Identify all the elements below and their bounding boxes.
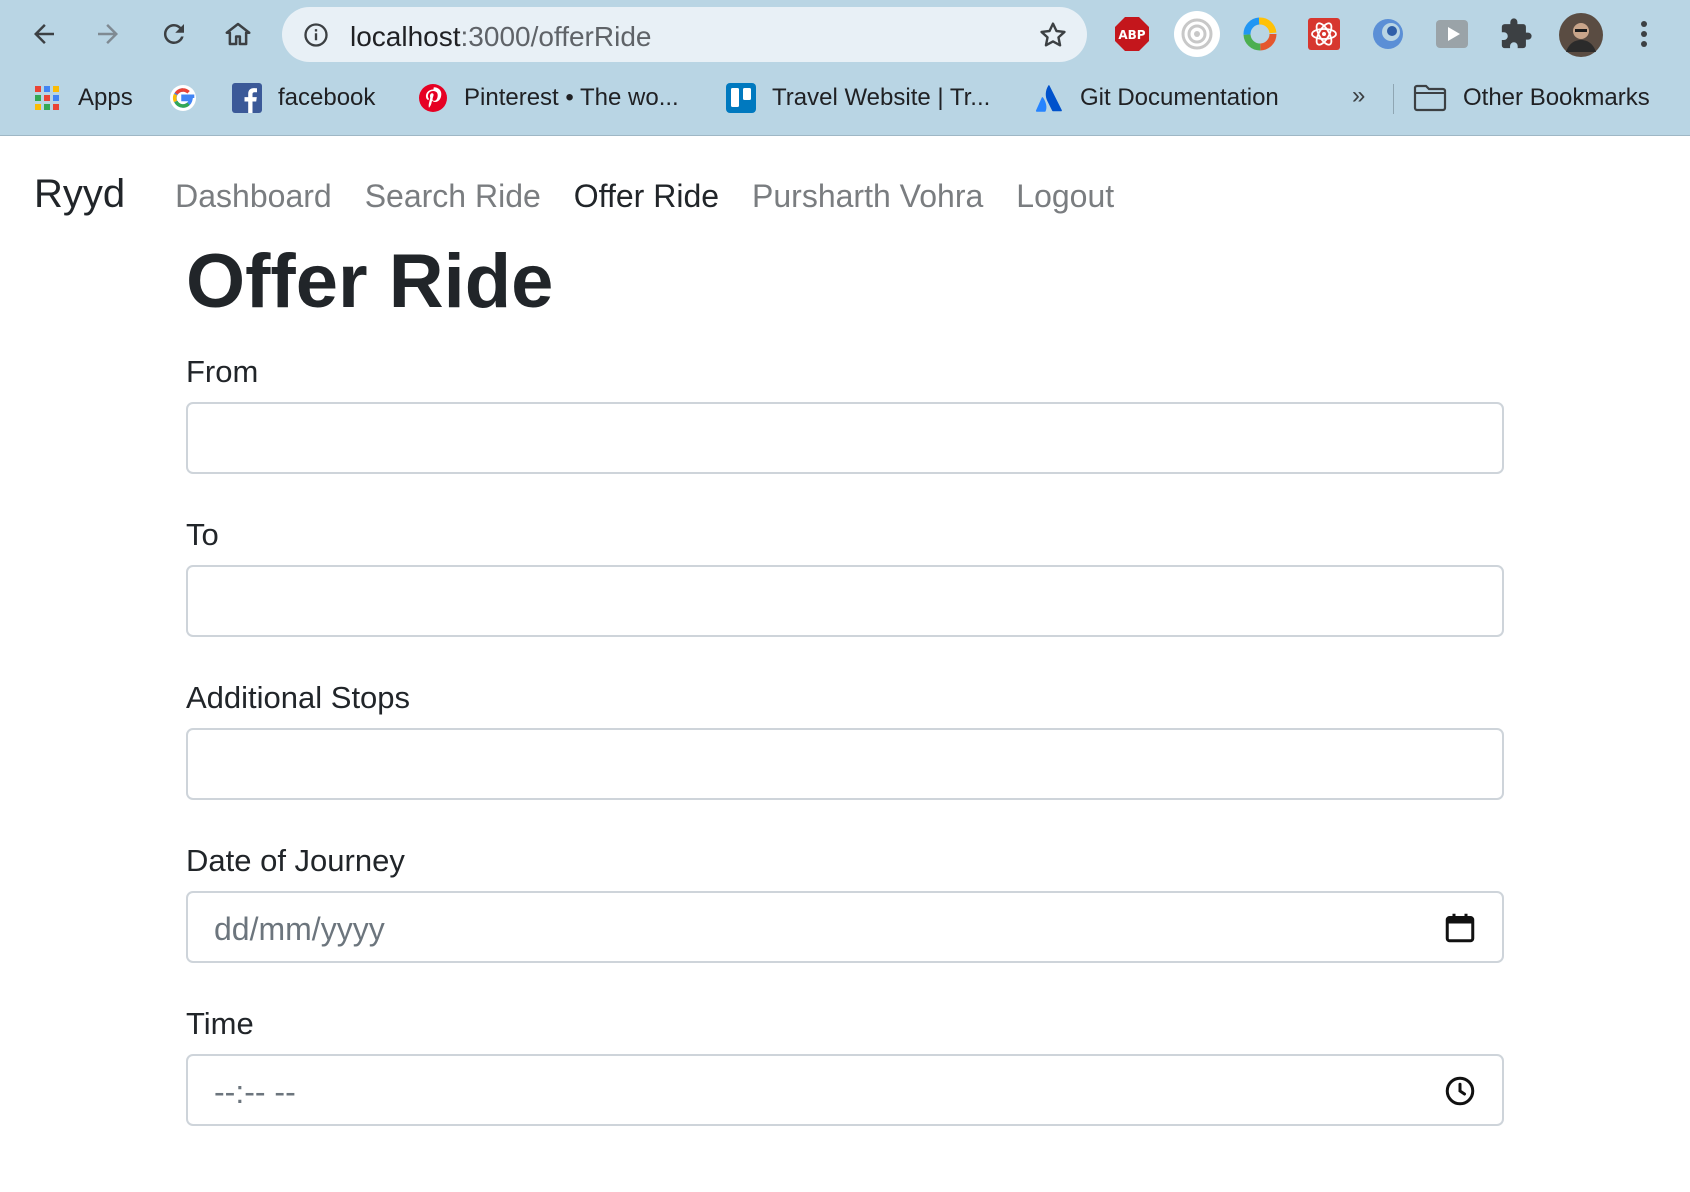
browser-chrome: localhost:3000/offerRide ABP Apps facebo… (0, 0, 1690, 136)
bookmark-pinterest[interactable]: Pinterest • The wo... (418, 80, 679, 116)
pinterest-logo-icon (418, 83, 448, 113)
bookmark-apps[interactable]: Apps (32, 80, 133, 116)
time-placeholder: --:-- -- (214, 1074, 296, 1110)
google-logo-icon (168, 83, 198, 113)
abp-extension-icon[interactable]: ABP (1112, 14, 1152, 54)
from-label: From (186, 354, 259, 389)
date-placeholder: dd/mm/yyyy (214, 911, 385, 947)
time-label: Time (186, 1006, 254, 1041)
bookmark-facebook[interactable]: facebook (232, 80, 375, 116)
bookmark-label: facebook (278, 84, 376, 111)
apps-grid-icon (32, 83, 62, 113)
url-host: localhost (350, 21, 461, 52)
atlassian-logo-icon (1034, 83, 1064, 113)
from-input[interactable] (186, 402, 1504, 474)
nav-user-profile[interactable]: Pursharth Vohra (752, 178, 983, 215)
trello-logo-icon (726, 83, 756, 113)
page-content: Ryyd Dashboard Search Ride Offer Ride Pu… (0, 136, 1690, 1192)
target-extension-icon[interactable] (1173, 10, 1221, 58)
bookmark-label: Pinterest • The wo... (464, 84, 679, 111)
react-devtools-icon[interactable] (1304, 14, 1344, 54)
folder-icon (1413, 83, 1447, 113)
url-text[interactable]: localhost:3000/offerRide (350, 21, 651, 53)
site-navbar: Ryyd Dashboard Search Ride Offer Ride Pu… (34, 172, 1147, 222)
bookmark-star-icon[interactable] (1037, 19, 1069, 51)
bookmark-label: Travel Website | Tr... (772, 84, 991, 111)
date-input[interactable]: dd/mm/yyyy (186, 891, 1504, 963)
page-title: Offer Ride (186, 239, 554, 324)
browser-toolbar: localhost:3000/offerRide ABP (0, 0, 1690, 68)
profile-avatar[interactable] (1558, 12, 1604, 58)
to-input[interactable] (186, 565, 1504, 637)
bookmark-label: Other Bookmarks (1463, 84, 1650, 111)
puzzle-icon[interactable] (1496, 14, 1536, 54)
forward-arrow-icon (98, 24, 118, 44)
url-path: :3000/offerRide (460, 21, 652, 52)
more-bookmarks-chevron[interactable]: » (1352, 82, 1365, 110)
bookmarks-divider (1393, 84, 1394, 114)
additional-stops-label: Additional Stops (186, 680, 411, 715)
forward-button[interactable] (84, 10, 132, 58)
bookmark-label: Git Documentation (1080, 84, 1279, 111)
date-label: Date of Journey (186, 843, 405, 878)
bookmark-label: Apps (78, 84, 133, 111)
additional-stops-input[interactable] (186, 728, 1504, 800)
info-icon[interactable] (302, 21, 330, 49)
bookmark-git[interactable]: Git Documentation (1034, 80, 1279, 116)
play-extension-icon[interactable] (1432, 14, 1472, 54)
brand-logo[interactable]: Ryyd (34, 172, 125, 217)
home-button[interactable] (214, 10, 262, 58)
svg-text:ABP: ABP (1118, 28, 1145, 42)
back-arrow-icon (34, 24, 54, 44)
home-icon (225, 22, 251, 46)
bookmark-trello[interactable]: Travel Website | Tr... (726, 80, 990, 116)
edge-extension-icon[interactable] (1368, 14, 1408, 54)
time-input[interactable]: --:-- -- (186, 1054, 1504, 1126)
to-label: To (186, 517, 219, 552)
bookmark-google[interactable] (168, 80, 198, 116)
nav-logout[interactable]: Logout (1016, 178, 1114, 215)
facebook-logo-icon (232, 83, 262, 113)
nav-dashboard[interactable]: Dashboard (175, 178, 332, 215)
nav-offer-ride[interactable]: Offer Ride (574, 178, 719, 215)
back-button[interactable] (20, 10, 68, 58)
clock-icon[interactable] (1442, 1073, 1478, 1109)
menu-kebab-icon[interactable] (1624, 14, 1664, 54)
reload-button[interactable] (150, 10, 198, 58)
color-extension-icon[interactable] (1240, 14, 1280, 54)
reload-icon (163, 23, 184, 44)
address-bar[interactable]: localhost:3000/offerRide (282, 7, 1087, 62)
bookmark-other[interactable]: Other Bookmarks (1413, 80, 1650, 116)
calendar-icon[interactable] (1442, 910, 1478, 946)
nav-search-ride[interactable]: Search Ride (365, 178, 541, 215)
bookmarks-bar: Apps facebook Pinterest • The wo... Trav… (0, 74, 1690, 122)
